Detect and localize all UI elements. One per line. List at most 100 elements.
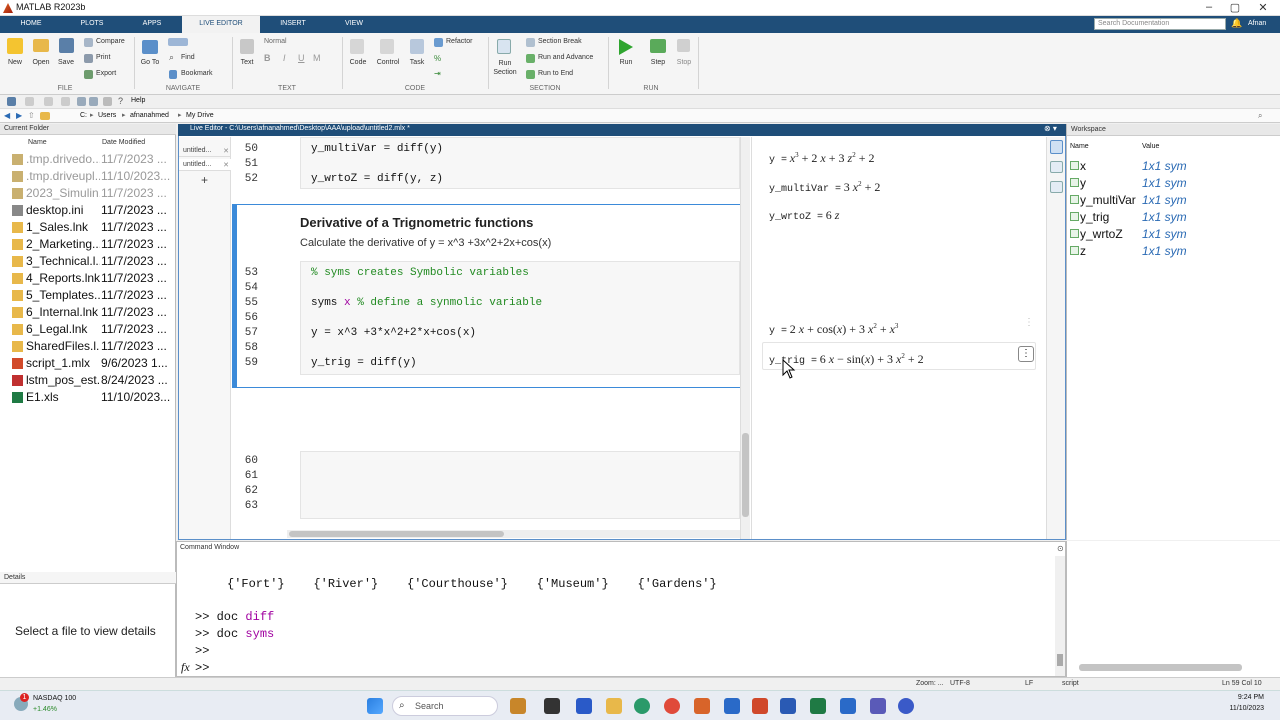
export-button[interactable]: Export: [96, 70, 116, 77]
search-documentation-input[interactable]: Search Documentation: [1094, 18, 1226, 30]
underline-icon[interactable]: U: [298, 53, 305, 63]
tab-apps[interactable]: APPS: [128, 16, 176, 33]
file-row[interactable]: 2_Marketing... 11/7/2023 ...: [0, 236, 176, 253]
minimize-icon[interactable]: –: [1196, 1, 1222, 15]
code-line[interactable]: y_trig = diff(y): [311, 357, 417, 369]
command-window-actions-icon[interactable]: ⊙: [1057, 544, 1064, 553]
paste-icon[interactable]: [61, 97, 70, 106]
taskbar-search[interactable]: ⌕ Search: [392, 696, 498, 716]
file-row[interactable]: E1.xls 11/10/2023...: [0, 389, 176, 406]
workspace-variable-row[interactable]: x 1x1 sym: [1067, 158, 1280, 175]
monospace-icon[interactable]: M: [313, 53, 321, 63]
section-text[interactable]: Calculate the derivative of y = x^3 +3x^…: [300, 237, 551, 249]
output-inline-icon[interactable]: [1050, 140, 1063, 154]
matlab-app-icon[interactable]: [694, 698, 710, 714]
code-line[interactable]: y_multiVar = diff(y): [311, 143, 443, 155]
text-button[interactable]: Text: [236, 59, 258, 66]
find-button[interactable]: Find: [181, 54, 195, 61]
file-row[interactable]: 4_Reports.lnk 11/7/2023 ...: [0, 270, 176, 287]
editor-actions-icon[interactable]: ⊗ ▾: [1044, 124, 1057, 133]
file-explorer-icon[interactable]: [606, 698, 622, 714]
switch-windows-icon[interactable]: [103, 97, 112, 106]
workspace-variable-row[interactable]: z 1x1 sym: [1067, 243, 1280, 260]
code-comment-line[interactable]: % syms creates Symbolic variables: [311, 267, 529, 279]
add-document-button[interactable]: +: [201, 173, 208, 187]
store-icon[interactable]: [840, 698, 856, 714]
vertical-scrollbar[interactable]: [740, 137, 750, 539]
teams-icon[interactable]: [870, 698, 886, 714]
back-forward-icon[interactable]: [168, 38, 188, 46]
control-button[interactable]: Control: [372, 59, 404, 66]
italic-icon[interactable]: I: [283, 53, 286, 63]
back-icon[interactable]: ◀: [4, 111, 10, 120]
user-name[interactable]: Afnan: [1248, 20, 1266, 27]
file-row[interactable]: 6_Internal.lnk 11/7/2023 ...: [0, 304, 176, 321]
fx-icon[interactable]: fx: [181, 660, 190, 675]
tab-insert[interactable]: INSERT: [266, 16, 320, 33]
doc-tab-1[interactable]: untitled... ✕: [179, 145, 231, 157]
help-label[interactable]: Help: [131, 97, 145, 104]
new-button[interactable]: New: [4, 59, 26, 66]
task-view-icon[interactable]: [544, 698, 560, 714]
task-button[interactable]: Task: [406, 59, 428, 66]
style-dropdown[interactable]: Normal: [264, 38, 318, 45]
command-input-prompt[interactable]: >>: [195, 661, 209, 675]
file-row[interactable]: script_1.mlx 9/6/2023 1...: [0, 355, 176, 372]
undo-icon[interactable]: [77, 97, 86, 106]
help-icon[interactable]: ?: [118, 96, 123, 106]
outlook-icon[interactable]: [724, 698, 740, 714]
command-window[interactable]: Command Window ⊙ {'Fort'} {'River'} {'Co…: [176, 541, 1066, 677]
refactor-button[interactable]: Refactor: [446, 38, 472, 45]
scroll-thumb[interactable]: [742, 433, 749, 517]
widgets-app-icon[interactable]: [510, 698, 526, 714]
file-row[interactable]: 3_Technical.l... 11/7/2023 ...: [0, 253, 176, 270]
address-segment-drive[interactable]: C:: [80, 112, 87, 119]
app-icon[interactable]: [576, 698, 592, 714]
powerpoint-icon[interactable]: [752, 698, 768, 714]
run-to-end-button[interactable]: Run to End: [538, 70, 573, 77]
stop-button[interactable]: Stop: [672, 59, 696, 66]
output-y-wrtoz[interactable]: y_wrtoZ = 6 z: [769, 208, 839, 223]
redo-icon[interactable]: [89, 97, 98, 106]
open-button[interactable]: Open: [28, 59, 54, 66]
file-row[interactable]: SharedFiles.l... 11/7/2023 ...: [0, 338, 176, 355]
workspace-variable-row[interactable]: y_multiVar 1x1 sym: [1067, 192, 1280, 209]
section-heading[interactable]: Derivative of a Trignometric functions: [300, 215, 533, 230]
ws-col-value[interactable]: Value: [1142, 143, 1159, 150]
bold-icon[interactable]: B: [264, 53, 271, 63]
bookmark-button[interactable]: Bookmark: [181, 70, 213, 77]
code-button[interactable]: Code: [346, 59, 370, 66]
scroll-thumb[interactable]: [289, 531, 504, 537]
word-icon[interactable]: [780, 698, 796, 714]
code-line[interactable]: y_wrtoZ = diff(y, z): [311, 173, 443, 185]
doc-tab-2[interactable]: untitled... ✕: [179, 159, 231, 171]
workspace-hscroll-thumb[interactable]: [1079, 664, 1242, 671]
close-icon[interactable]: ✕: [1250, 1, 1276, 15]
forward-icon[interactable]: ▶: [16, 111, 22, 120]
goto-button[interactable]: Go To: [138, 59, 162, 66]
workspace-variable-row[interactable]: y_trig 1x1 sym: [1067, 209, 1280, 226]
comment-icon[interactable]: %: [434, 54, 441, 63]
file-row[interactable]: desktop.ini 11/7/2023 ...: [0, 202, 176, 219]
file-row[interactable]: 2023_Simulin...11/7/2023 ...: [0, 185, 176, 202]
run-button[interactable]: Run: [614, 59, 638, 66]
edge-browser-icon[interactable]: [634, 698, 650, 714]
zoom-app-icon[interactable]: [898, 698, 914, 714]
code-block-bottom[interactable]: [300, 451, 740, 519]
code-line-syms[interactable]: syms x % define a synmolic variable: [311, 297, 542, 309]
tab-plots[interactable]: PLOTS: [66, 16, 118, 33]
step-button[interactable]: Step: [646, 59, 670, 66]
file-row[interactable]: .tmp.drivedo... 11/7/2023 ...: [0, 151, 176, 168]
tab-live-editor[interactable]: LIVE EDITOR: [182, 16, 260, 33]
hide-code-icon[interactable]: [1050, 181, 1063, 193]
stock-name[interactable]: NASDAQ 100: [33, 695, 76, 702]
code-line[interactable]: y = x^3 +3*x^2+2*x+cos(x): [311, 327, 476, 339]
search-icon[interactable]: ⌕: [1216, 19, 1220, 29]
compare-button[interactable]: Compare: [96, 38, 125, 45]
cut-icon[interactable]: [25, 97, 34, 106]
tab-home[interactable]: HOME: [8, 16, 54, 33]
run-advance-button[interactable]: Run and Advance: [538, 54, 593, 61]
workspace-variable-row[interactable]: y_wrtoZ 1x1 sym: [1067, 226, 1280, 243]
windows-start-icon[interactable]: [367, 698, 383, 714]
file-row[interactable]: .tmp.driveupl... 11/10/2023...: [0, 168, 176, 185]
